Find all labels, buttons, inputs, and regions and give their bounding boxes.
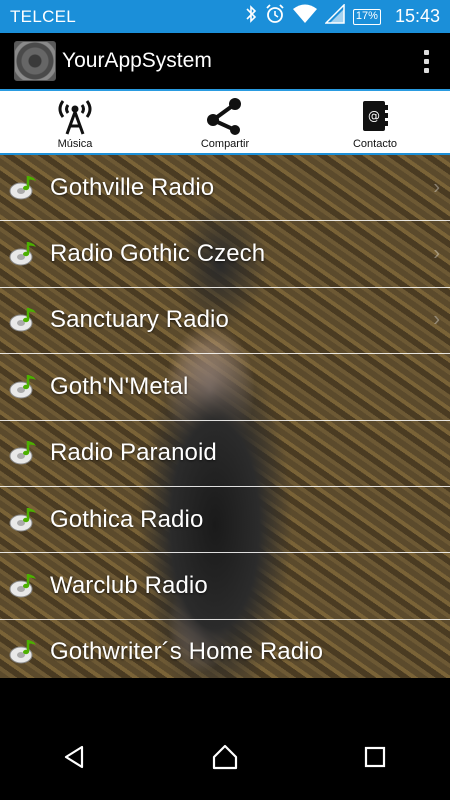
station-name: Warclub Radio — [50, 572, 208, 600]
list-item[interactable]: Goth'N'Metal — [0, 354, 450, 421]
music-disc-icon — [9, 374, 36, 399]
status-bar: TELCEL 17% 15:43 — [0, 0, 450, 33]
recents-icon[interactable] — [345, 732, 405, 782]
share-icon — [203, 96, 247, 136]
home-icon[interactable] — [195, 732, 255, 782]
music-disc-icon — [9, 175, 36, 200]
app-bar: YourAppSystem — [0, 33, 450, 89]
tab-contacto[interactable]: @ Contacto — [300, 91, 450, 153]
station-name: Gothville Radio — [50, 173, 215, 201]
list-item[interactable]: Warclub Radio — [0, 553, 450, 620]
svg-text:@: @ — [368, 109, 380, 123]
music-disc-icon — [9, 242, 36, 266]
music-disc-icon — [9, 574, 36, 598]
tab-label: Música — [57, 138, 93, 150]
back-icon[interactable] — [45, 732, 105, 782]
music-disc-icon — [9, 441, 36, 465]
chevron-right-icon: › — [433, 308, 440, 331]
chevron-right-icon: › — [433, 242, 440, 265]
list-item[interactable]: Gothica Radio — [0, 487, 450, 554]
overflow-menu-icon[interactable] — [416, 49, 436, 73]
signal-icon — [324, 3, 345, 29]
chevron-right-icon: › — [433, 176, 440, 199]
tab-compartir[interactable]: Compartir — [150, 91, 300, 153]
clock: 15:43 — [394, 6, 440, 26]
battery-icon: 17% — [352, 8, 381, 25]
wifi-icon — [292, 4, 317, 29]
station-name: Sanctuary Radio — [50, 306, 229, 334]
list-item[interactable]: Gothville Radio › — [0, 155, 450, 222]
station-name: Gothica Radio — [50, 505, 204, 533]
station-name: Gothwriter´s Home Radio — [50, 638, 324, 666]
system-nav-bar — [0, 678, 450, 800]
music-disc-icon — [9, 507, 36, 532]
station-name: Goth'N'Metal — [50, 372, 189, 400]
bluetooth-icon — [245, 4, 257, 29]
radio-tower-icon — [53, 96, 97, 136]
station-name: Radio Paranoid — [50, 439, 217, 467]
app-title: YourAppSystem — [62, 49, 212, 72]
battery-level: 17% — [355, 9, 378, 22]
station-name: Radio Gothic Czech — [50, 240, 266, 268]
alarm-icon — [265, 4, 285, 29]
tab-label: Contacto — [352, 138, 398, 150]
list-item[interactable]: Radio Gothic Czech › — [0, 221, 450, 288]
speaker-logo-icon — [14, 41, 56, 81]
list-item[interactable]: Sanctuary Radio › — [0, 288, 450, 355]
station-list: Gothville Radio › Radio Gothic Czech › S… — [0, 155, 450, 678]
music-disc-icon — [9, 308, 36, 332]
music-disc-icon — [9, 640, 36, 664]
list-item[interactable]: Radio Paranoid — [0, 421, 450, 487]
carrier-label: TELCEL — [10, 6, 77, 26]
tab-musica[interactable]: Música — [0, 91, 150, 153]
status-icons: 17% 15:43 — [245, 3, 440, 29]
contact-book-icon: @ — [360, 96, 390, 136]
tab-bar: Música Compartir @ Contacto — [0, 89, 450, 155]
tab-label: Compartir — [200, 138, 250, 150]
list-item[interactable]: Gothwriter´s Home Radio — [0, 620, 450, 678]
